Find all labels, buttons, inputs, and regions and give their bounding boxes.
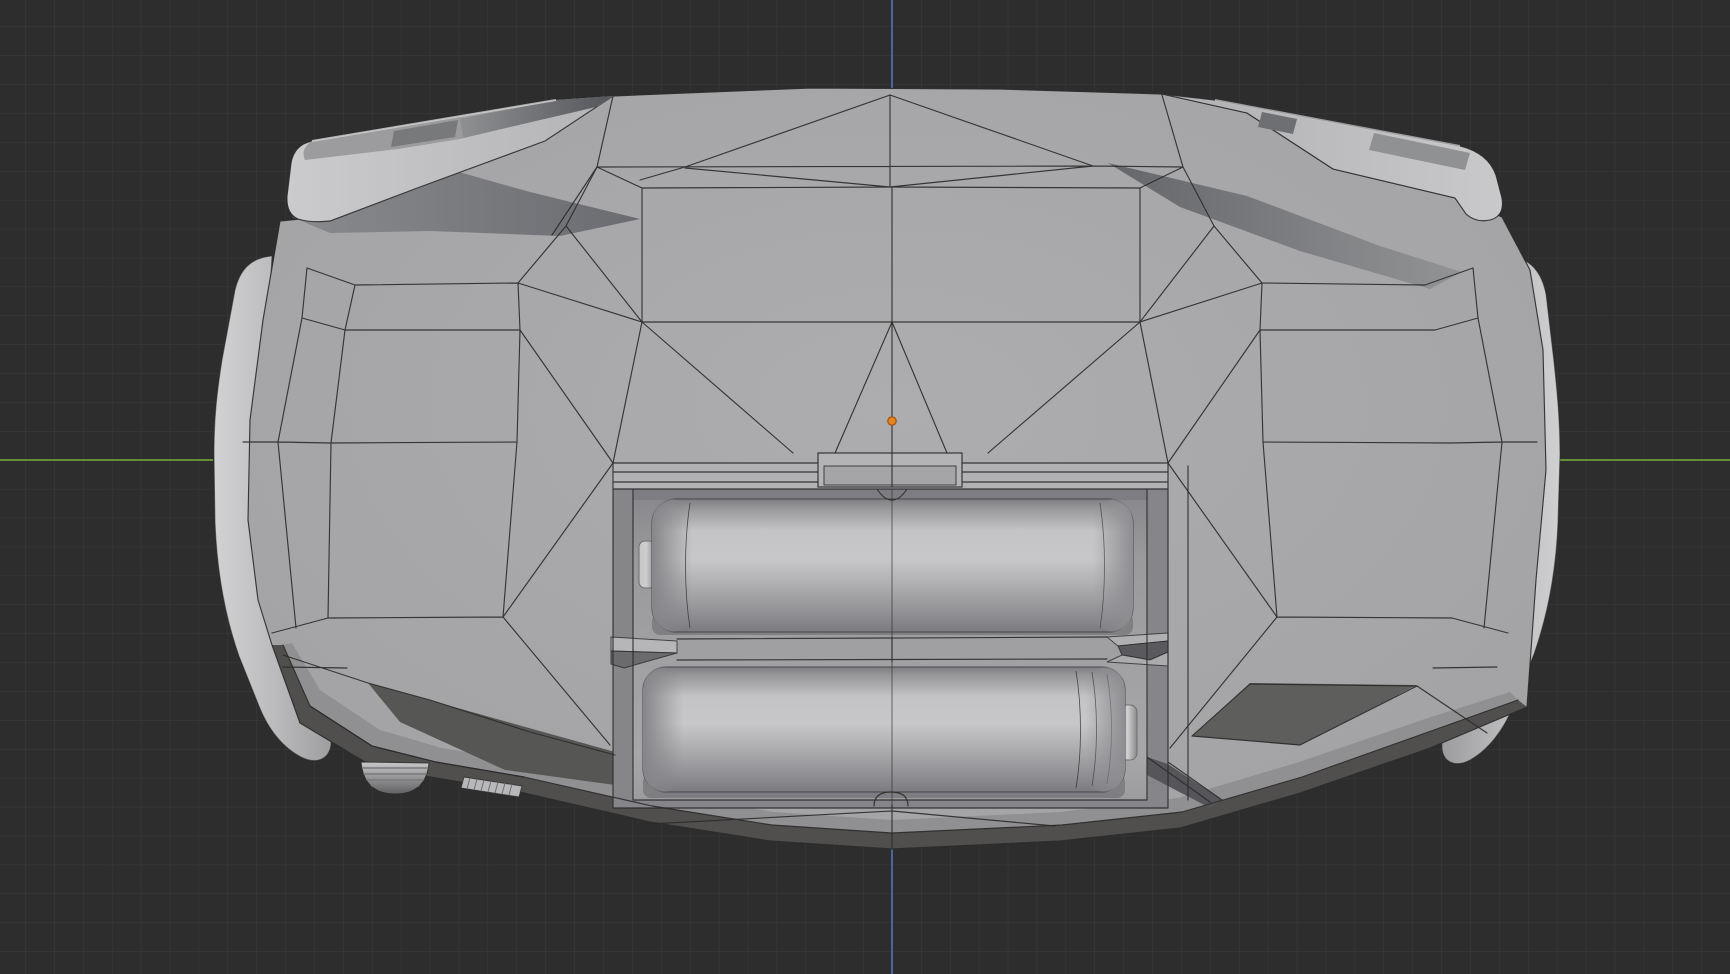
battery-bottom-body bbox=[643, 667, 1125, 792]
battery-top-cap bbox=[652, 499, 692, 632]
battery-bottom[interactable] bbox=[643, 667, 1137, 792]
origin-point-indicator bbox=[888, 417, 896, 425]
latch-tab bbox=[818, 453, 962, 487]
battery-bottom-cap-right bbox=[1085, 667, 1125, 792]
battery-bottom-cap bbox=[643, 667, 683, 792]
mesh-object[interactable] bbox=[214, 88, 1560, 849]
battery-top[interactable] bbox=[639, 499, 1133, 632]
bay-top-inner-wall bbox=[633, 489, 1147, 500]
battery-top-cap-right bbox=[1093, 499, 1133, 632]
viewport-canvas[interactable] bbox=[0, 0, 1730, 974]
battery-bay bbox=[611, 463, 1222, 808]
battery-top-body bbox=[652, 499, 1133, 632]
